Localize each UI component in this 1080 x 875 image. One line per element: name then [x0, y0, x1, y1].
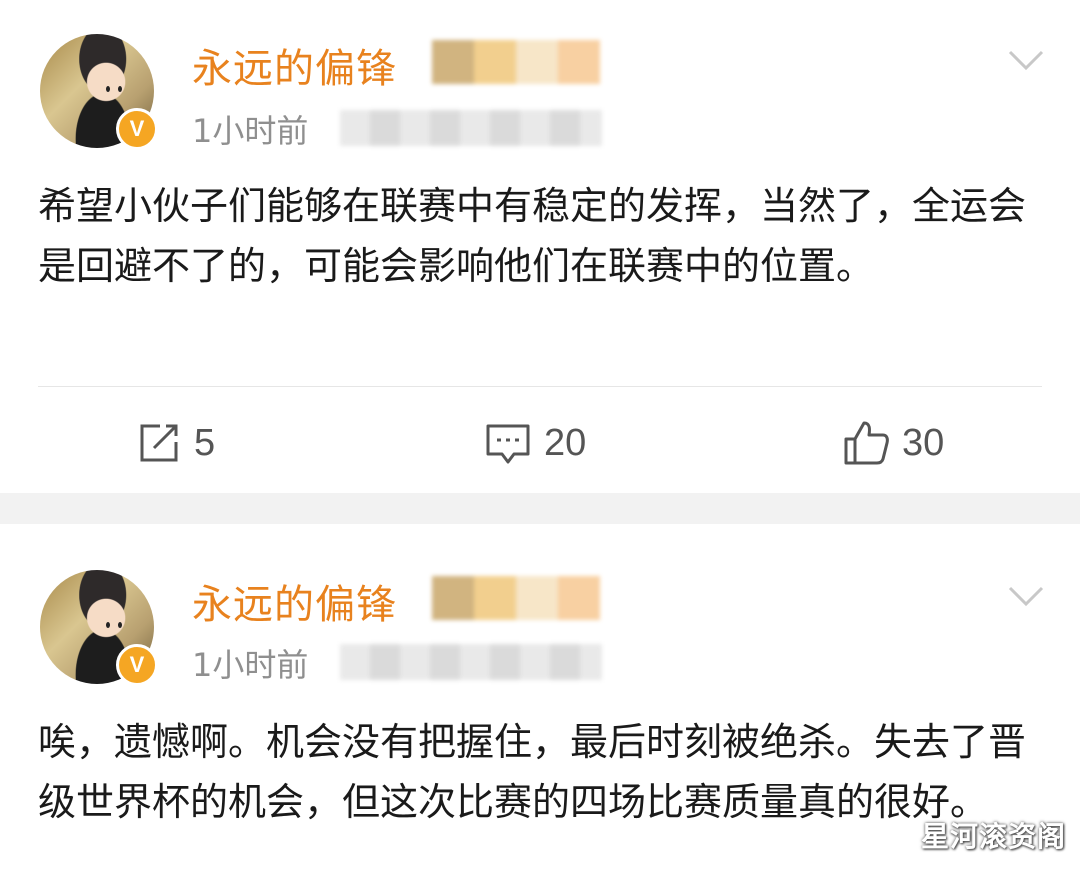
like-button[interactable]: 30	[842, 418, 944, 468]
post-card-2: V 永远的偏锋 1小时前 唉，遗憾啊。机会没有把握住，最后时刻被绝杀。失去了晋级…	[0, 524, 1080, 875]
user-avatar[interactable]: V	[40, 34, 158, 150]
user-avatar[interactable]: V	[40, 570, 158, 686]
like-count: 30	[902, 421, 945, 464]
repost-icon	[140, 424, 178, 462]
verified-badge-icon: V	[116, 108, 158, 150]
blurred-source	[340, 110, 602, 146]
post-card-1: V 永远的偏锋 1小时前 希望小伙子们能够在联赛中有稳定的发挥，当然了，全运会是…	[0, 0, 1080, 493]
divider	[38, 386, 1042, 387]
post-time: 1小时前	[192, 112, 309, 150]
comment-button[interactable]: 20	[484, 418, 586, 468]
repost-count: 5	[194, 421, 216, 464]
chevron-down-icon[interactable]	[1008, 586, 1044, 608]
blurred-user-tag	[432, 40, 600, 84]
post-time: 1小时前	[192, 646, 309, 684]
thumbs-up-icon	[844, 421, 889, 465]
blurred-user-tag	[432, 576, 600, 620]
post-content: 唉，遗憾啊。机会没有把握住，最后时刻被绝杀。失去了晋级世界杯的机会，但这次比赛的…	[38, 720, 1027, 824]
watermark: 星河滚资阁	[920, 820, 1066, 853]
username[interactable]: 永远的偏锋	[192, 36, 397, 94]
comment-icon	[486, 424, 530, 464]
blurred-source	[340, 644, 602, 680]
post-content: 希望小伙子们能够在联赛中有稳定的发挥，当然了，全运会是回避不了的，可能会影响他们…	[38, 184, 1027, 288]
repost-button[interactable]: 5	[136, 418, 215, 468]
post-separator	[0, 493, 1080, 524]
chevron-down-icon[interactable]	[1008, 50, 1044, 72]
username[interactable]: 永远的偏锋	[192, 572, 397, 630]
verified-badge-icon: V	[116, 644, 158, 686]
comment-count: 20	[544, 421, 587, 464]
